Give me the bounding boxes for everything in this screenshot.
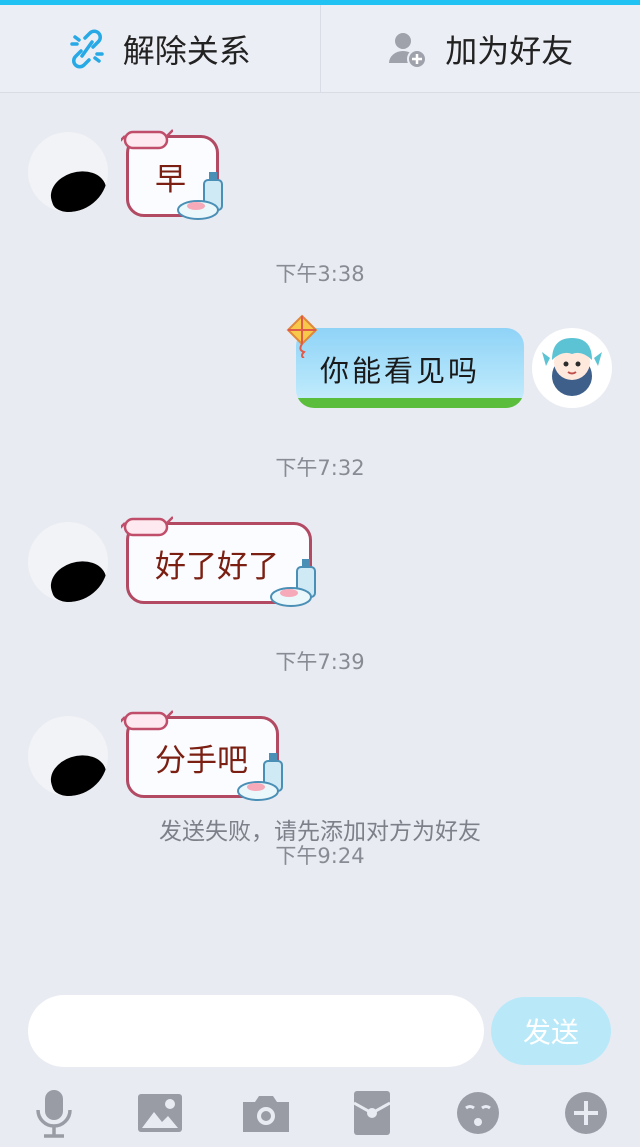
unlink-button[interactable]: 解除关系 [0, 5, 320, 92]
soap-dish-sticker-icon [270, 559, 316, 607]
goggles-sticker-icon [121, 516, 173, 537]
timestamp: 下午7:32 [275, 456, 365, 480]
microphone-icon[interactable] [26, 1085, 82, 1141]
broken-link-icon [69, 29, 105, 69]
image-icon[interactable] [132, 1085, 188, 1141]
contact-avatar[interactable] [28, 522, 108, 602]
plus-icon[interactable] [558, 1085, 614, 1141]
add-contact-icon [387, 29, 428, 69]
soap-dish-sticker-icon [237, 753, 283, 801]
unlink-label: 解除关系 [122, 31, 251, 70]
add-friend-button[interactable]: 加为好友 [319, 5, 640, 92]
goggles-sticker-icon [121, 710, 173, 731]
add-friend-label: 加为好友 [445, 31, 574, 70]
incoming-message-bubble[interactable]: 早 [121, 129, 223, 220]
composer-bar: 发送 [0, 979, 640, 1147]
relationship-action-bar: 解除关系 加为好友 [0, 5, 640, 93]
composer-toolbar [0, 1085, 640, 1145]
message-input[interactable] [28, 995, 484, 1067]
send-failed-notice: 发送失败，请先添加对方为好友 [159, 819, 481, 845]
message-text: 好了好了 [155, 548, 279, 585]
my-avatar[interactable] [532, 328, 612, 408]
red-packet-icon[interactable] [344, 1085, 400, 1141]
kite-sticker-icon [286, 314, 318, 358]
contact-avatar[interactable] [28, 132, 108, 212]
goggles-sticker-icon [121, 129, 173, 150]
contact-avatar[interactable] [28, 716, 108, 796]
chat-message-list[interactable]: 早 下午3:38 你能看见吗 下午7:32 好了好了 下午7:39 分手吧 下午… [0, 94, 640, 979]
message-text: 你能看见吗 [320, 354, 481, 388]
timestamp: 下午7:39 [275, 650, 365, 674]
outgoing-message-bubble[interactable]: 你能看见吗 [296, 328, 524, 408]
soap-dish-sticker-icon [177, 172, 223, 220]
incoming-message-bubble[interactable]: 好了好了 [121, 516, 316, 607]
timestamp: 下午3:38 [275, 262, 365, 286]
camera-icon[interactable] [238, 1085, 294, 1141]
send-button[interactable]: 发送 [491, 997, 611, 1065]
emoji-icon[interactable] [450, 1085, 506, 1141]
incoming-message-bubble[interactable]: 分手吧 [121, 710, 283, 801]
